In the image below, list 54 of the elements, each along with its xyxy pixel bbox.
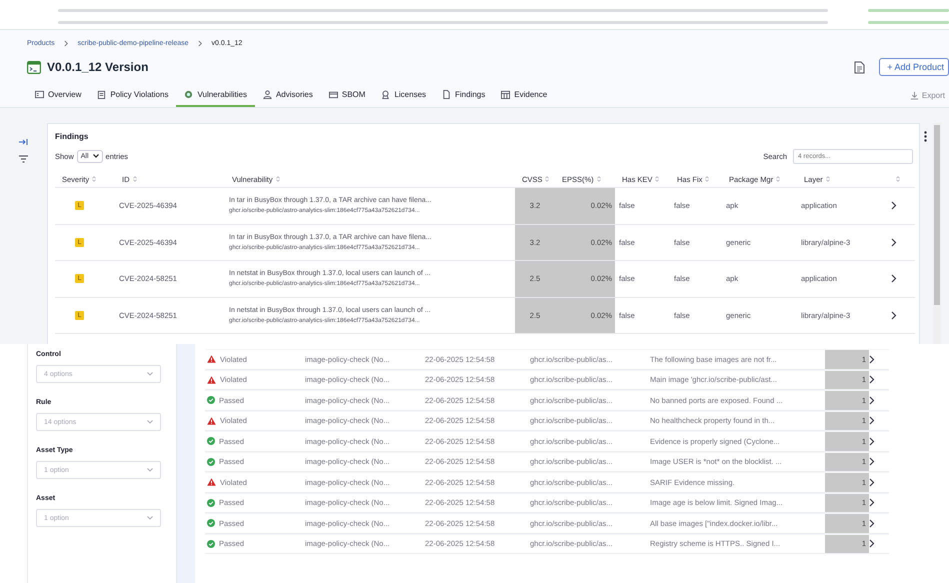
layout-icon [35,90,44,98]
chevron-right-icon[interactable] [869,478,875,487]
filter-icon[interactable] [19,155,28,163]
chevron-right-icon[interactable] [891,310,897,320]
document-icon[interactable] [854,60,866,74]
expand-icon[interactable] [19,138,28,146]
check-circle-icon [207,519,215,528]
page-icon [442,90,452,98]
chevron-right-icon[interactable] [869,457,875,466]
tab[interactable]: Overview [27,83,90,107]
person-icon [262,90,272,98]
warning-icon [207,376,216,384]
download-icon [910,90,919,100]
check-circle-icon [207,540,215,548]
page-title: V0.0.1_12 Version [47,60,148,74]
caret-icon [92,154,99,158]
terminal-window-icon [27,60,41,74]
add-product-button[interactable]: + Add Product [879,58,949,76]
chevron-right-icon[interactable] [869,375,875,384]
warning-icon [207,355,216,364]
chevron-right-icon[interactable] [891,274,897,284]
chevron-right-icon[interactable] [869,354,875,364]
tab[interactable]: Findings [434,83,494,107]
check-circle-icon [207,458,215,466]
section-title: Findings [55,132,88,141]
check-circle-icon [207,437,215,446]
check-circle-icon [207,396,215,404]
more-icon[interactable] [924,131,927,142]
caret-icon [147,468,153,472]
check-circle-icon [207,498,215,507]
chevron-right-icon[interactable] [891,201,897,210]
chevron-right-icon[interactable] [869,436,875,446]
chevron-icon [64,40,69,46]
caret-icon [147,372,153,376]
chevron-right-icon[interactable] [869,518,875,528]
chevron-icon [198,40,203,46]
chevron-right-icon[interactable] [869,416,875,426]
chevron-right-icon[interactable] [869,498,875,508]
warning-icon [207,416,216,425]
badge-icon [381,90,390,98]
tab[interactable]: Advisories [254,83,321,107]
calendar-icon [501,90,510,98]
tab[interactable]: Licenses [373,83,434,107]
tab[interactable]: Policy Violations [89,83,176,107]
clipboard-icon [97,90,106,98]
chevron-right-icon[interactable] [869,396,875,405]
tab[interactable]: SBOM [320,83,374,107]
caret-icon [147,516,153,520]
caret-icon [147,420,153,424]
tab[interactable]: Evidence [493,83,556,107]
chevron-right-icon[interactable] [869,539,875,548]
box-icon [328,90,338,98]
warning-icon [207,478,216,486]
chevron-right-icon[interactable] [891,238,897,247]
